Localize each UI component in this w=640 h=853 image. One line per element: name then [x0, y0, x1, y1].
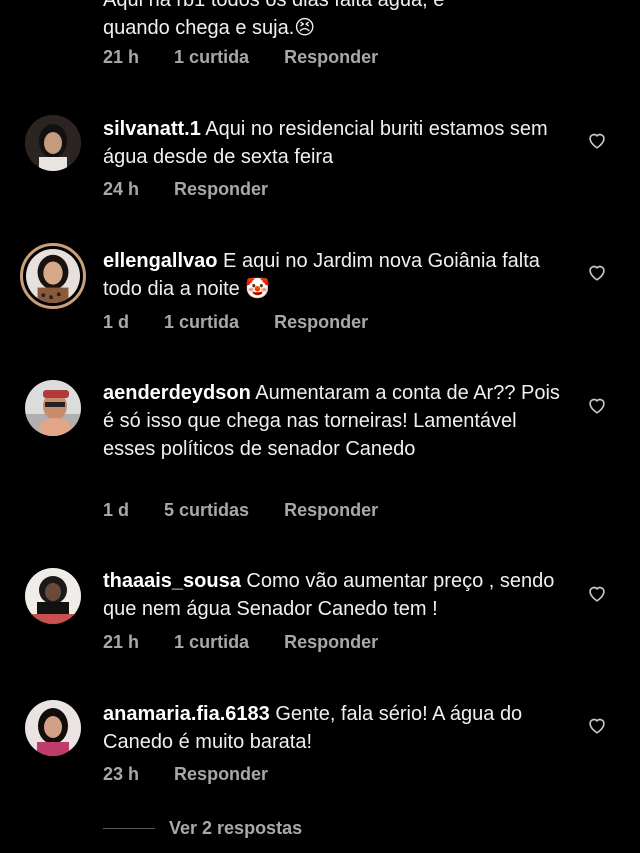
reply-button[interactable]: Responder: [284, 47, 378, 68]
divider: [103, 828, 155, 829]
like-count[interactable]: 1 curtida: [174, 632, 249, 653]
comment-meta: 24 h Responder: [103, 179, 268, 200]
avatar[interactable]: [25, 568, 81, 624]
comment-meta: 21 h 1 curtida Responder: [103, 632, 378, 653]
heart-outline-icon[interactable]: [586, 582, 608, 604]
comment-body: ellengallvao E aqui no Jardim nova Goiân…: [103, 247, 573, 303]
heart-outline-icon[interactable]: [586, 261, 608, 283]
comment-meta: 21 h 1 curtida Responder: [103, 47, 378, 68]
reply-button[interactable]: Responder: [174, 764, 268, 785]
comment-body: aenderdeydson Aumentaram a conta de Ar??…: [103, 379, 573, 463]
comment-meta: 23 h Responder: [103, 764, 268, 785]
comment-meta: 1 d 5 curtidas Responder: [103, 500, 378, 521]
comment-text: Aqui na rb1 todos os dias falta água, e …: [103, 0, 445, 39]
reply-button[interactable]: Responder: [274, 312, 368, 333]
avatar[interactable]: [20, 243, 86, 309]
comment-body: silvanatt.1 Aqui no residencial buriti e…: [103, 115, 573, 171]
comment-meta: 1 d 1 curtida Responder: [103, 312, 368, 333]
comment-body: anamaria.fia.6183 Gente, fala sério! A á…: [103, 700, 573, 756]
reply-button[interactable]: Responder: [284, 632, 378, 653]
comment-time: 21 h: [103, 632, 140, 652]
like-count[interactable]: 1 curtida: [174, 47, 249, 68]
comment-username[interactable]: ellengallvao: [103, 250, 218, 272]
reply-button[interactable]: Responder: [174, 179, 268, 200]
comment-username[interactable]: silvanatt.1: [103, 118, 201, 140]
avatar[interactable]: [25, 700, 81, 756]
comment-body: thaaais_sousa Como vão aumentar preço , …: [103, 567, 573, 623]
heart-outline-icon[interactable]: [586, 714, 608, 736]
reply-button[interactable]: Responder: [284, 500, 378, 521]
avatar[interactable]: [25, 115, 81, 171]
comment-time: 23 h: [103, 764, 140, 784]
avatar[interactable]: [25, 380, 81, 436]
heart-outline-icon[interactable]: [586, 129, 608, 151]
heart-outline-icon[interactable]: [586, 394, 608, 416]
like-count[interactable]: 1 curtida: [164, 312, 239, 333]
like-count[interactable]: 5 curtidas: [164, 500, 249, 521]
comment-username[interactable]: aenderdeydson: [103, 382, 251, 404]
comment-time: 1 d: [103, 500, 130, 520]
comment-username[interactable]: thaaais_sousa: [103, 570, 241, 592]
comment-time: 21 h: [103, 47, 140, 67]
view-replies-button[interactable]: Ver 2 respostas: [103, 818, 302, 839]
comment-time: 24 h: [103, 179, 140, 199]
view-replies-label: Ver 2 respostas: [169, 818, 303, 838]
comment-username[interactable]: anamaria.fia.6183: [103, 703, 270, 725]
comment-time: 1 d: [103, 312, 130, 332]
